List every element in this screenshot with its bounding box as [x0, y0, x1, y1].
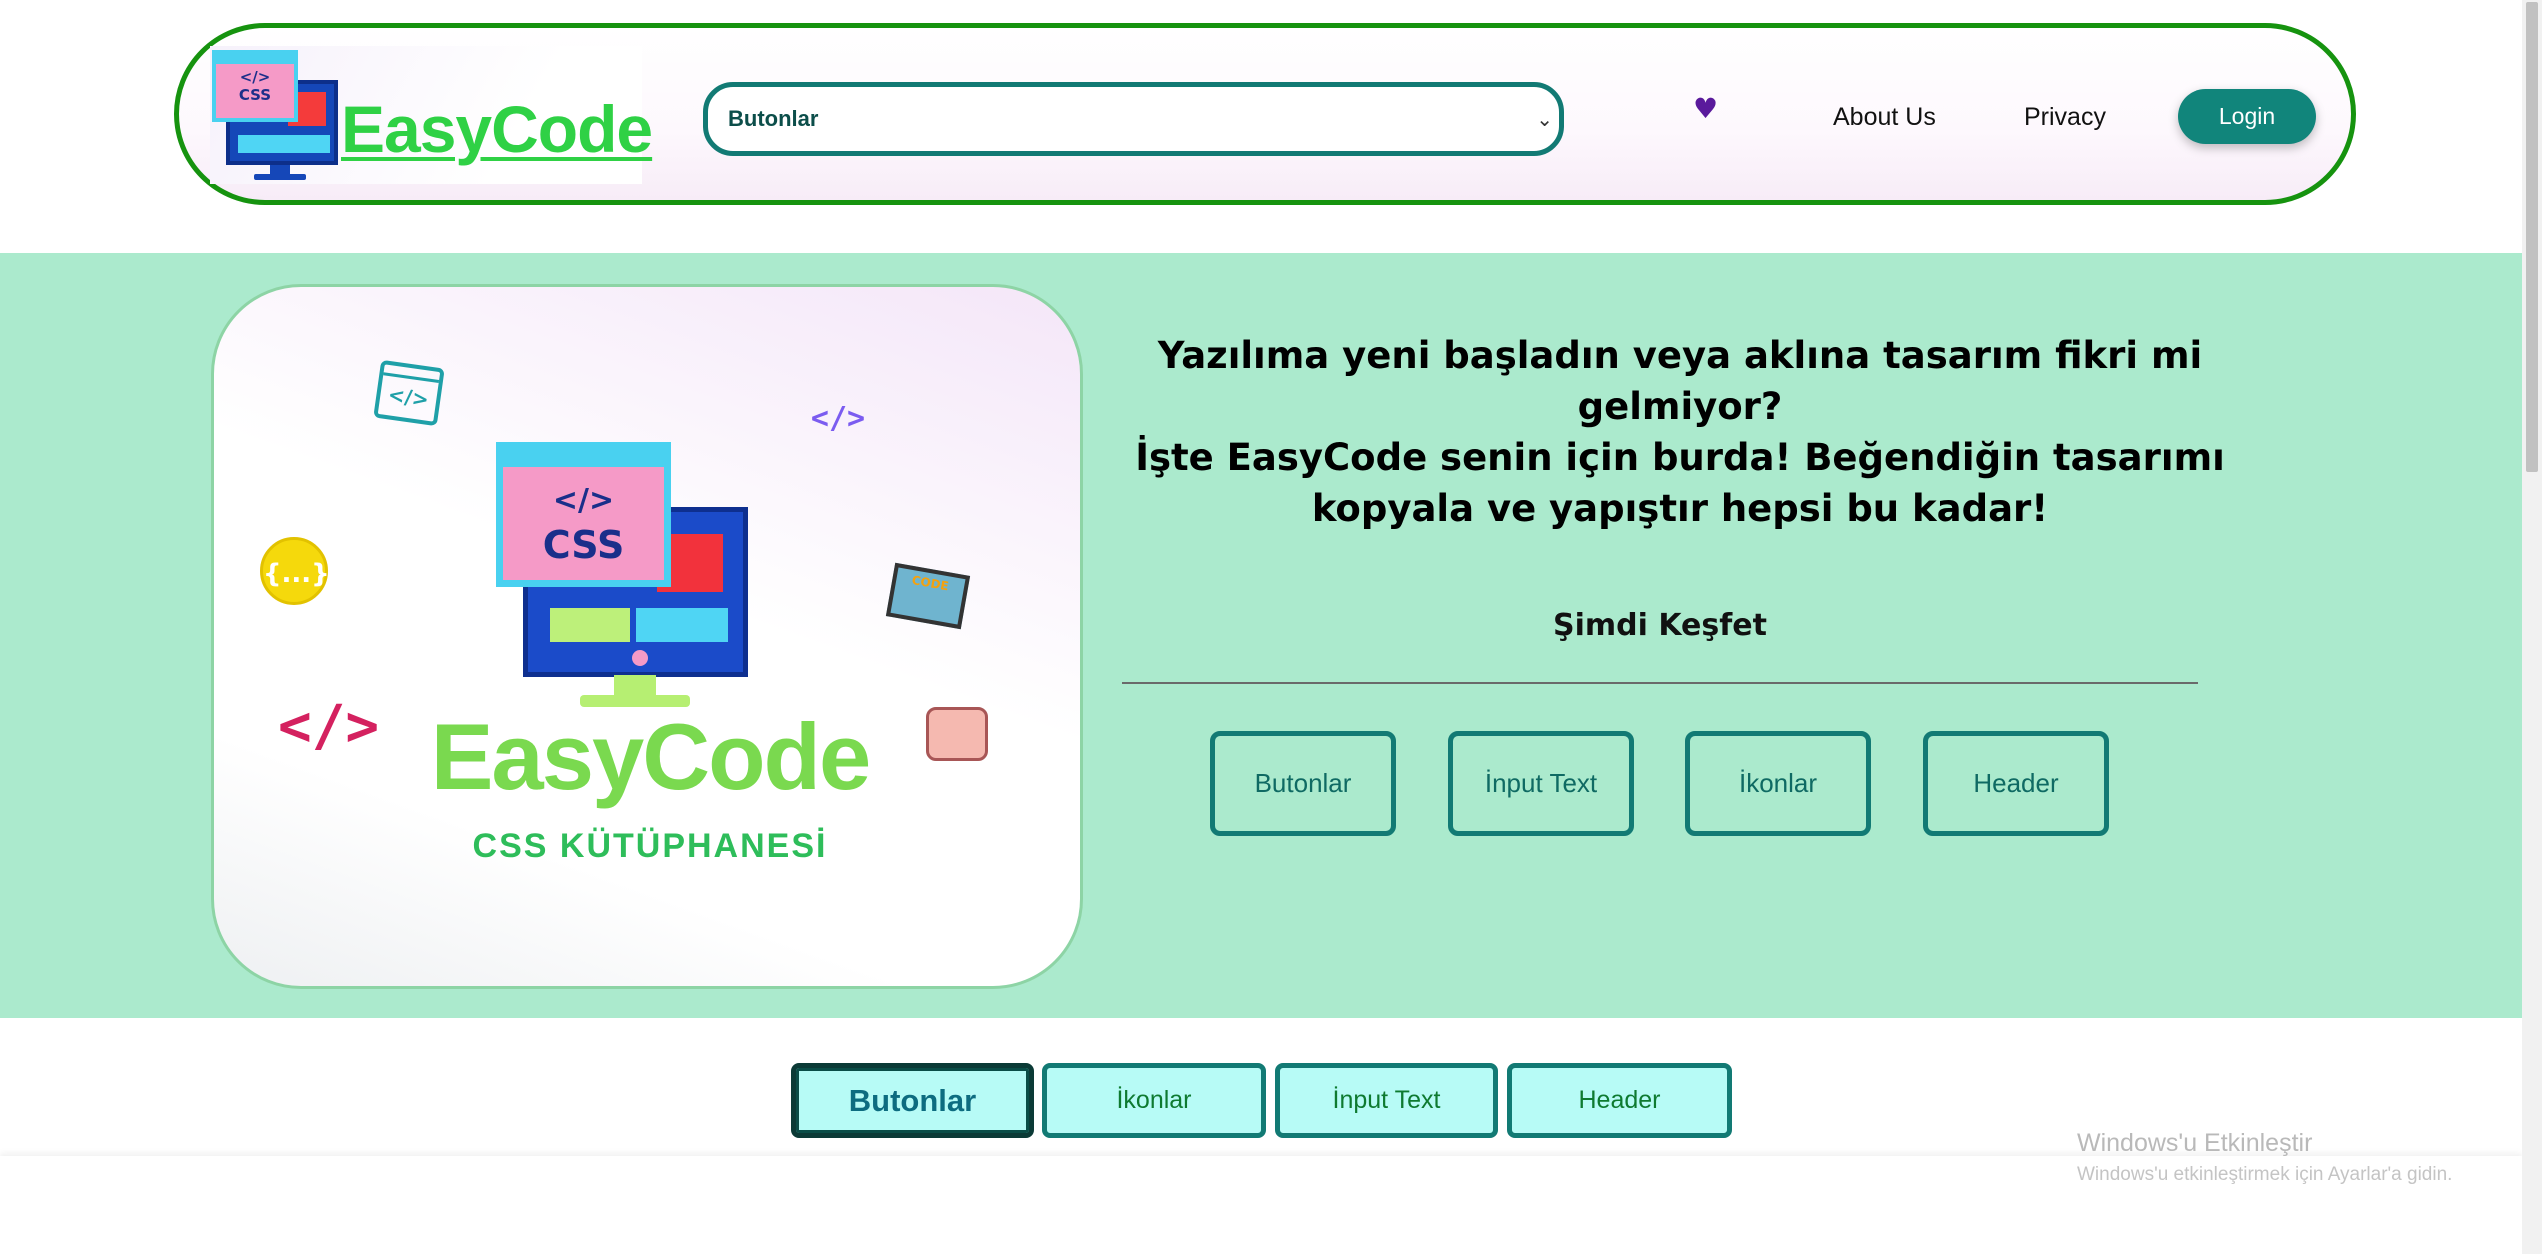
- hero-button-ikonlar[interactable]: İkonlar: [1685, 731, 1871, 836]
- ai-chip-icon: </>: [810, 401, 866, 436]
- hero-headline-line: Yazılıma yeni başladın veya aklına tasar…: [1157, 334, 2203, 428]
- css-window-icon: </> CSS: [496, 442, 671, 587]
- hero-button-header[interactable]: Header: [1923, 731, 2109, 836]
- category-select-value: Butonlar: [728, 106, 819, 131]
- hero-button-input-text[interactable]: İnput Text: [1448, 731, 1634, 836]
- scrollbar-thumb[interactable]: [2526, 2, 2538, 472]
- hero-headline: Yazılıma yeni başladın veya aklına tasar…: [1110, 330, 2250, 534]
- discover-heading: Şimdi Keşfet: [1552, 608, 1767, 643]
- nav-link-about-us[interactable]: About Us: [1833, 103, 1936, 132]
- login-button[interactable]: Login: [2178, 89, 2316, 144]
- activation-watermark-title: Windows'u Etkinleştir: [2077, 1129, 2313, 1157]
- logo-css-window-icon: </> CSS: [212, 50, 298, 122]
- heart-icon[interactable]: ♥: [1693, 94, 1718, 124]
- logo-monitor-base: [254, 174, 306, 180]
- activation-watermark-subtitle: Windows'u etkinleştirmek için Ayarlar'a …: [2077, 1164, 2453, 1185]
- tab-butonlar[interactable]: Butonlar: [791, 1063, 1034, 1138]
- category-select[interactable]: Butonlar ⌄: [703, 82, 1564, 156]
- hero-headline-line: kopyala ve yapıştır hepsi bu kadar!: [1311, 487, 2049, 530]
- hero-headline-line: İşte EasyCode senin için burda! Beğendiğ…: [1135, 436, 2225, 479]
- hero-image-card: </> </> {...} </> CODE </> CSS EasyCode …: [211, 284, 1083, 989]
- divider: [1122, 682, 2198, 684]
- tab-header[interactable]: Header: [1507, 1063, 1732, 1138]
- card-window-css: CSS: [542, 523, 625, 567]
- laptop-code-icon: CODE: [885, 562, 971, 630]
- card-title: EasyCode: [430, 704, 872, 809]
- logo-window-css: CSS: [238, 86, 272, 104]
- hero-button-butonlar[interactable]: Butonlar: [1210, 731, 1396, 836]
- browser-code-icon: </>: [373, 359, 445, 427]
- card-subtitle: CSS KÜTÜPHANESİ: [472, 827, 828, 865]
- chevron-down-icon: ⌄: [1536, 107, 1553, 131]
- logo-text[interactable]: EasyCode: [341, 92, 653, 166]
- nav-link-privacy[interactable]: Privacy: [2024, 103, 2106, 132]
- card-window-code: </>: [552, 483, 615, 518]
- tab-ikonlar[interactable]: İkonlar: [1042, 1063, 1266, 1138]
- tab-input-text[interactable]: İnput Text: [1275, 1063, 1498, 1138]
- code-bubble-icon: {...}: [260, 537, 330, 605]
- logo-window-code: </>: [239, 68, 271, 86]
